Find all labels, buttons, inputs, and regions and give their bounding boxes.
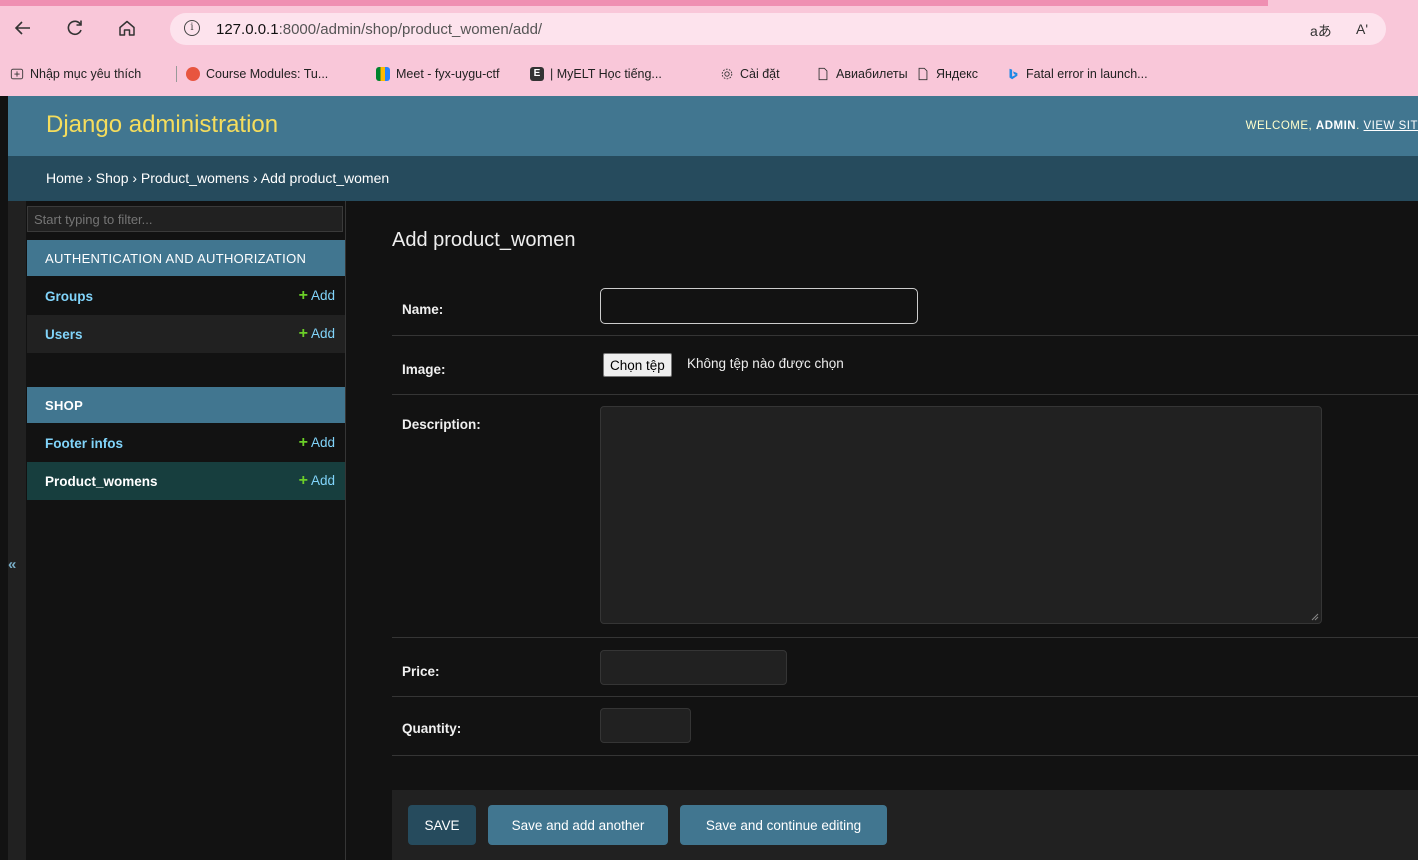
browser-chrome: i 127.0.0.1:8000/admin/shop/product_wome… [0,0,1418,96]
name-input[interactable] [600,288,918,324]
read-aloud-icon[interactable]: Aʹ [1356,21,1368,37]
add-label: Add [310,288,335,303]
save-and-add-another-button[interactable]: Save and add another [488,805,668,845]
nav-sidebar: AUTHENTICATION AND AUTHORIZATION Groups … [26,201,346,860]
address-host: 127.0.0.1 [216,21,279,38]
model-link-groups[interactable]: Groups [45,289,93,304]
tab-strip-edge [0,0,1418,6]
bookmark-label: Авиабилеты [836,67,908,81]
add-label: Add [310,435,335,450]
settings-gear-icon [721,68,733,80]
submit-row: SAVE Save and add another Save and conti… [392,790,1418,860]
plus-icon: + [298,287,308,304]
nav-filter-input[interactable] [27,206,343,232]
model-link-users[interactable]: Users [45,327,83,342]
description-label: Description: [402,417,481,432]
file-status-text: Không tệp nào được chọn [687,356,844,371]
view-site-link[interactable]: VIEW SIT [1364,120,1418,132]
translate-icon[interactable]: aあ [1310,21,1332,41]
sidebar-gutter [8,201,26,860]
plus-icon: + [298,325,308,342]
form-row-image: Image: [392,336,1418,395]
bookmark-item[interactable]: Авиабилеты [816,62,908,86]
model-link-product-womens[interactable]: Product_womens [45,474,158,489]
bookmark-label: Cài đặt [740,67,780,81]
module-caption-shop[interactable]: SHOP [27,387,345,423]
description-textarea[interactable] [600,406,1322,624]
breadcrumbs: Home › Shop › Product_womens › Add produ… [8,156,1418,201]
page-icon [918,67,928,81]
toggle-sidebar-button[interactable]: « [8,556,16,573]
add-label: Add [310,326,335,341]
myelt-icon: E [530,67,544,81]
image-label: Image: [402,362,446,377]
price-label: Price: [402,664,440,679]
sidebar-item-users: Users + Add [27,315,345,353]
quantity-input[interactable] [600,708,691,743]
add-label: Add [310,473,335,488]
course-modules-icon [186,67,200,81]
name-label: Name: [402,302,444,317]
plus-icon: + [298,472,308,489]
bookmark-label: | MyELT Học tiếng... [550,67,662,81]
price-input[interactable] [600,650,787,685]
admin-header: Django administration WELCOME, ADMIN. VI… [8,96,1418,156]
sidebar-item-product-womens: Product_womens + Add [27,462,345,500]
add-users-link[interactable]: + Add [299,325,335,343]
bing-icon [1009,68,1018,80]
back-arrow-icon[interactable] [9,14,37,42]
bookmark-import-icon [10,68,24,80]
quantity-label: Quantity: [402,721,462,736]
save-and-continue-button[interactable]: Save and continue editing [680,805,887,845]
bookmark-label: Nhập mục yêu thích [30,67,142,81]
model-link-footer-infos[interactable]: Footer infos [45,436,123,451]
bookmark-item[interactable]: Cài đặt [720,62,780,86]
bookmark-item[interactable]: Nhập mục yêu thích [10,62,141,86]
address-path: :8000/admin/shop/product_women/add/ [278,21,543,38]
bookmark-item[interactable]: Fatal error in launch... [1006,62,1148,86]
bookmark-item[interactable]: Meet - fyx-uygu-ctf [376,62,500,86]
address-url[interactable]: 127.0.0.1:8000/admin/shop/product_women/… [216,21,542,38]
bookmark-separator [176,66,177,82]
home-icon[interactable] [113,14,141,42]
tab-strip-gap [1268,0,1418,6]
bookmark-label: Fatal error in launch... [1026,67,1148,81]
bookmark-item[interactable]: Course Modules: Tu... [186,62,328,86]
bookmark-item[interactable]: E | MyELT Học tiếng... [530,62,662,86]
user-tools: WELCOME, ADMIN. VIEW SIT [1246,120,1418,132]
page-title: Add product_women [392,229,576,251]
sidebar-item-footer-infos: Footer infos + Add [27,424,345,462]
page-icon [818,67,828,81]
bookmarks-bar: Nhập mục yêu thích Course Modules: Tu...… [0,62,1418,90]
site-info-icon[interactable]: i [184,20,200,36]
sidebar-item-groups: Groups + Add [27,277,345,315]
plus-icon: + [298,434,308,451]
refresh-icon[interactable] [61,14,89,42]
bookmark-label: Яндекс [936,67,979,81]
choose-file-button[interactable]: Chọn tệp [603,353,672,377]
user-tools-separator: . [1356,120,1364,132]
breadcrumb-trail[interactable]: Home › Shop › Product_womens › Add produ… [46,170,389,186]
address-bar[interactable]: i 127.0.0.1:8000/admin/shop/product_wome… [170,13,1386,45]
welcome-text: WELCOME, [1245,120,1313,132]
module-caption-auth[interactable]: AUTHENTICATION AND AUTHORIZATION [27,240,345,276]
add-groups-link[interactable]: + Add [299,287,335,305]
save-button[interactable]: SAVE [408,805,476,845]
main-content: Add product_women Name: Image: Chọn tệp … [392,201,1418,860]
add-product-womens-link[interactable]: + Add [299,472,335,490]
add-footer-infos-link[interactable]: + Add [299,434,335,452]
form-row-price: Price: [392,638,1418,697]
username: ADMIN [1315,120,1357,132]
site-name[interactable]: Django administration [46,111,278,139]
bookmark-item[interactable]: Яндекс [916,62,978,86]
bookmark-label: Course Modules: Tu... [206,67,329,81]
google-meet-icon [376,67,390,81]
bookmark-label: Meet - fyx-uygu-ctf [396,67,500,81]
resize-grip-icon[interactable] [1311,613,1319,621]
form-row-quantity: Quantity: [392,697,1418,756]
